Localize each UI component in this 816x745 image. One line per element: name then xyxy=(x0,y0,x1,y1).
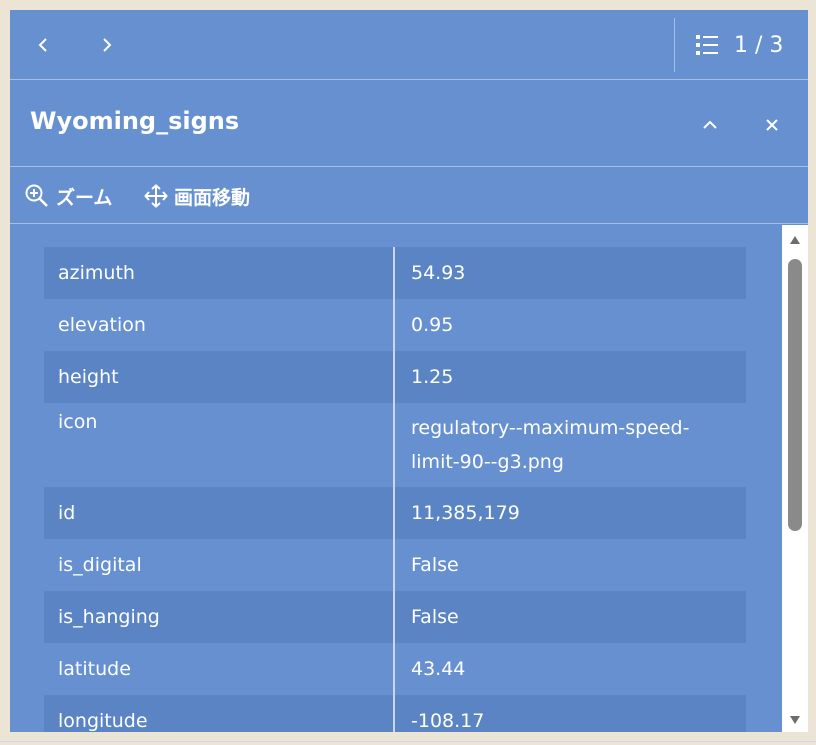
attribute-key: azimuth xyxy=(44,247,395,299)
pan-label: 画面移動 xyxy=(174,186,251,209)
attribute-key: longitude xyxy=(44,695,395,732)
list-icon xyxy=(696,35,718,55)
popup-title: Wyoming_signs xyxy=(30,107,240,135)
zoom-in-icon xyxy=(25,184,48,207)
move-icon xyxy=(144,184,168,208)
attribute-key: height xyxy=(44,351,395,403)
pan-to-button[interactable]: 画面移動 xyxy=(144,182,250,210)
scroll-up-arrow[interactable] xyxy=(788,233,802,247)
attribute-row: id 11,385,179 xyxy=(44,487,746,539)
attribute-row: elevation 0.95 xyxy=(44,299,746,351)
attribute-value: 1.25 xyxy=(411,366,454,388)
attribute-key: latitude xyxy=(44,643,395,695)
scroll-thumb[interactable] xyxy=(788,259,802,531)
map-road-line xyxy=(0,741,816,742)
attribute-value: 0.95 xyxy=(411,314,454,336)
popup-header: Wyoming_signs xyxy=(10,81,808,167)
feature-popup: 1 / 3 Wyoming_signs ズーム 画面移動 azimuth 54.… xyxy=(10,10,808,732)
attribute-value: 54.93 xyxy=(411,262,466,284)
attribute-value: 11,385,179 xyxy=(411,502,520,524)
attribute-key: is_hanging xyxy=(44,591,395,643)
triangle-up-icon xyxy=(790,236,800,244)
attribute-row: is_digital False xyxy=(44,539,746,591)
scroll-down-arrow[interactable] xyxy=(788,713,802,727)
nav-divider xyxy=(674,18,675,72)
chevron-right-icon xyxy=(103,38,112,52)
attribute-row: is_hanging False xyxy=(44,591,746,643)
next-feature-button[interactable] xyxy=(92,28,122,62)
feature-list-button[interactable]: 1 / 3 xyxy=(694,28,783,62)
attribute-row: latitude 43.44 xyxy=(44,643,746,695)
zoom-to-button[interactable]: ズーム xyxy=(24,182,112,210)
attribute-table: azimuth 54.93 elevation 0.95 height 1.25 icon r… xyxy=(44,247,746,732)
close-icon xyxy=(766,119,778,131)
attribute-row: azimuth 54.93 xyxy=(44,247,746,299)
content-scrollbar[interactable] xyxy=(782,225,808,732)
attribute-key: elevation xyxy=(44,299,395,351)
attribute-key: icon xyxy=(44,403,395,487)
zoom-label: ズーム xyxy=(56,186,113,209)
feature-count-label: 1 / 3 xyxy=(734,32,784,58)
triangle-down-icon xyxy=(790,716,800,724)
collapse-button[interactable] xyxy=(694,109,726,141)
attribute-key: id xyxy=(44,487,395,539)
attribute-value: regulatory--maximum-speed-limit-90--g3.p… xyxy=(411,417,690,473)
popup-actions: ズーム 画面移動 xyxy=(10,168,808,224)
attribute-value: False xyxy=(411,554,459,576)
close-button[interactable] xyxy=(756,109,788,141)
chevron-left-icon xyxy=(38,38,47,52)
attribute-row: longitude -108.17 xyxy=(44,695,746,732)
attribute-row: icon regulatory--maximum-speed-limit-90--… xyxy=(44,403,746,487)
attribute-row: height 1.25 xyxy=(44,351,746,403)
popup-navigation: 1 / 3 xyxy=(10,10,808,80)
attribute-value: 43.44 xyxy=(411,658,466,680)
attribute-content: azimuth 54.93 elevation 0.95 height 1.25 icon r… xyxy=(10,225,780,732)
attribute-value: False xyxy=(411,606,459,628)
attribute-value: -108.17 xyxy=(411,710,485,732)
attribute-key: is_digital xyxy=(44,539,395,591)
chevron-up-icon xyxy=(703,120,717,129)
previous-feature-button[interactable] xyxy=(28,28,58,62)
